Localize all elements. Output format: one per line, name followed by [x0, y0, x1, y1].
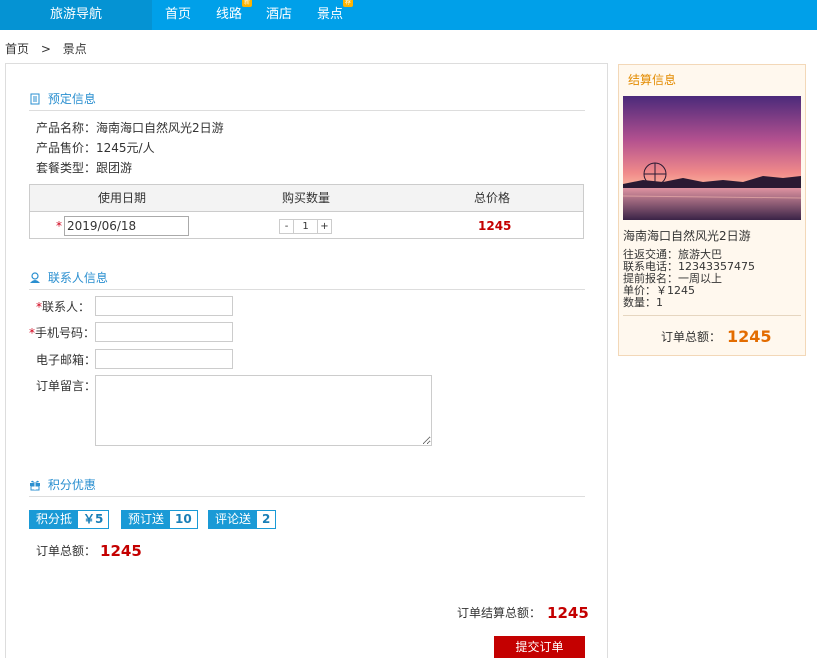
- label-text: 手机号码：: [35, 326, 96, 340]
- quantity-stepper: - 1 +: [279, 219, 332, 234]
- booking-section-title: 预定信息: [29, 91, 585, 111]
- section-title-text: 预定信息: [47, 92, 96, 106]
- side-order-total: 订单总额： 1245: [661, 327, 772, 346]
- decrease-button[interactable]: -: [280, 220, 293, 233]
- side-panel-title: 结算信息: [628, 73, 677, 87]
- tag-value: 10: [170, 511, 197, 528]
- contact-name-input[interactable]: [95, 296, 233, 316]
- section-title-text: 积分优惠: [47, 478, 96, 492]
- side-info-quantity: 数量：1: [623, 296, 663, 309]
- recommend-badge: 荐: [343, 0, 354, 7]
- breadcrumb-home[interactable]: 首页: [5, 42, 29, 56]
- divider: [623, 315, 801, 316]
- product-price: 产品售价：1245元/人: [36, 141, 155, 155]
- product-name: 产品名称：海南海口自然风光2日游: [36, 121, 224, 135]
- booking-table: 使用日期 购买数量 总价格 * 2019/06/18 - 1 + 1245: [29, 184, 584, 239]
- product-image[interactable]: [623, 96, 801, 220]
- settlement-total-value: 1245: [547, 604, 589, 622]
- nav-item-label: 景点: [317, 7, 344, 22]
- increase-button[interactable]: +: [318, 220, 331, 233]
- side-total-value: 1245: [727, 327, 772, 346]
- side-product-name: 海南海口自然风光2日游: [623, 229, 751, 243]
- order-total-label: 订单总额：: [36, 544, 97, 558]
- email-input[interactable]: [95, 349, 233, 369]
- sunset-photo: [623, 96, 801, 220]
- order-form-panel: 预定信息 产品名称：海南海口自然风光2日游 产品售价：1245元/人 套餐类型：…: [5, 63, 608, 658]
- side-total-label: 订单总额：: [661, 330, 722, 344]
- note-label: 订单留言：: [36, 379, 97, 393]
- nav-item-label: 酒店: [266, 7, 293, 22]
- note-textarea[interactable]: [95, 375, 432, 446]
- tag-key: 预订送: [122, 511, 171, 528]
- submit-order-button[interactable]: 提交订单: [494, 636, 585, 658]
- breadcrumb-current: 景点: [62, 42, 87, 56]
- breadcrumb: 首页 > 景点: [5, 40, 95, 57]
- tag-value: 2: [257, 511, 276, 528]
- nav-item-hotels[interactable]: 酒店: [266, 0, 292, 30]
- points-section-title: 积分优惠: [29, 477, 585, 497]
- col-header-date: 使用日期: [98, 191, 147, 205]
- nav-item-home[interactable]: 首页: [165, 0, 191, 30]
- document-icon: [30, 93, 40, 105]
- breadcrumb-separator: >: [40, 42, 51, 56]
- nav-item-label: 首页: [165, 7, 192, 22]
- settlement-total-label: 订单结算总额：: [457, 606, 542, 620]
- col-header-quantity: 购买数量: [282, 191, 331, 205]
- package-type: 套餐类型：跟团游: [36, 161, 133, 175]
- quantity-value[interactable]: 1: [293, 220, 318, 233]
- phone-input[interactable]: [95, 322, 233, 342]
- nav-item-routes[interactable]: 线路 新: [216, 0, 253, 30]
- settlement-total: 订单结算总额： 1245: [457, 604, 589, 622]
- order-total: 订单总额： 1245: [36, 542, 142, 560]
- use-date-input[interactable]: 2019/06/18: [64, 216, 189, 236]
- total-price: 1245: [478, 219, 512, 233]
- required-mark: *: [56, 219, 62, 233]
- tag-value: ￥5: [78, 511, 109, 528]
- label-text: 联系人：: [42, 300, 91, 314]
- section-title-text: 联系人信息: [47, 271, 108, 285]
- contact-name-label: *联系人：: [36, 299, 90, 315]
- tag-key: 积分抵: [30, 511, 79, 528]
- brand-logo[interactable]: 旅游导航: [0, 0, 152, 30]
- user-icon: [30, 272, 40, 283]
- review-bonus-tag[interactable]: 评论送 2: [208, 510, 277, 529]
- booking-bonus-tag[interactable]: 预订送 10: [121, 510, 198, 529]
- order-total-value: 1245: [100, 542, 142, 560]
- nav-item-attractions[interactable]: 景点 荐: [317, 0, 354, 30]
- points-deduct-tag[interactable]: 积分抵 ￥5: [29, 510, 110, 529]
- table-header-row: 使用日期 购买数量 总价格: [30, 185, 583, 212]
- settlement-info-panel: 结算信息 海南海口自然风光2日游 往返交通：旅游大巴 联系电话：12343357…: [618, 64, 806, 356]
- phone-label: *手机号码：: [29, 325, 95, 341]
- new-badge: 新: [242, 0, 253, 7]
- col-header-total: 总价格: [474, 191, 511, 205]
- email-label: 电子邮箱：: [36, 353, 97, 367]
- contact-section-title: 联系人信息: [29, 270, 585, 290]
- top-nav-bar: 旅游导航 首页 线路 新 酒店 景点 荐: [0, 0, 817, 30]
- gift-icon: [30, 480, 40, 491]
- tag-key: 评论送: [209, 511, 258, 528]
- nav-item-label: 线路: [216, 7, 243, 22]
